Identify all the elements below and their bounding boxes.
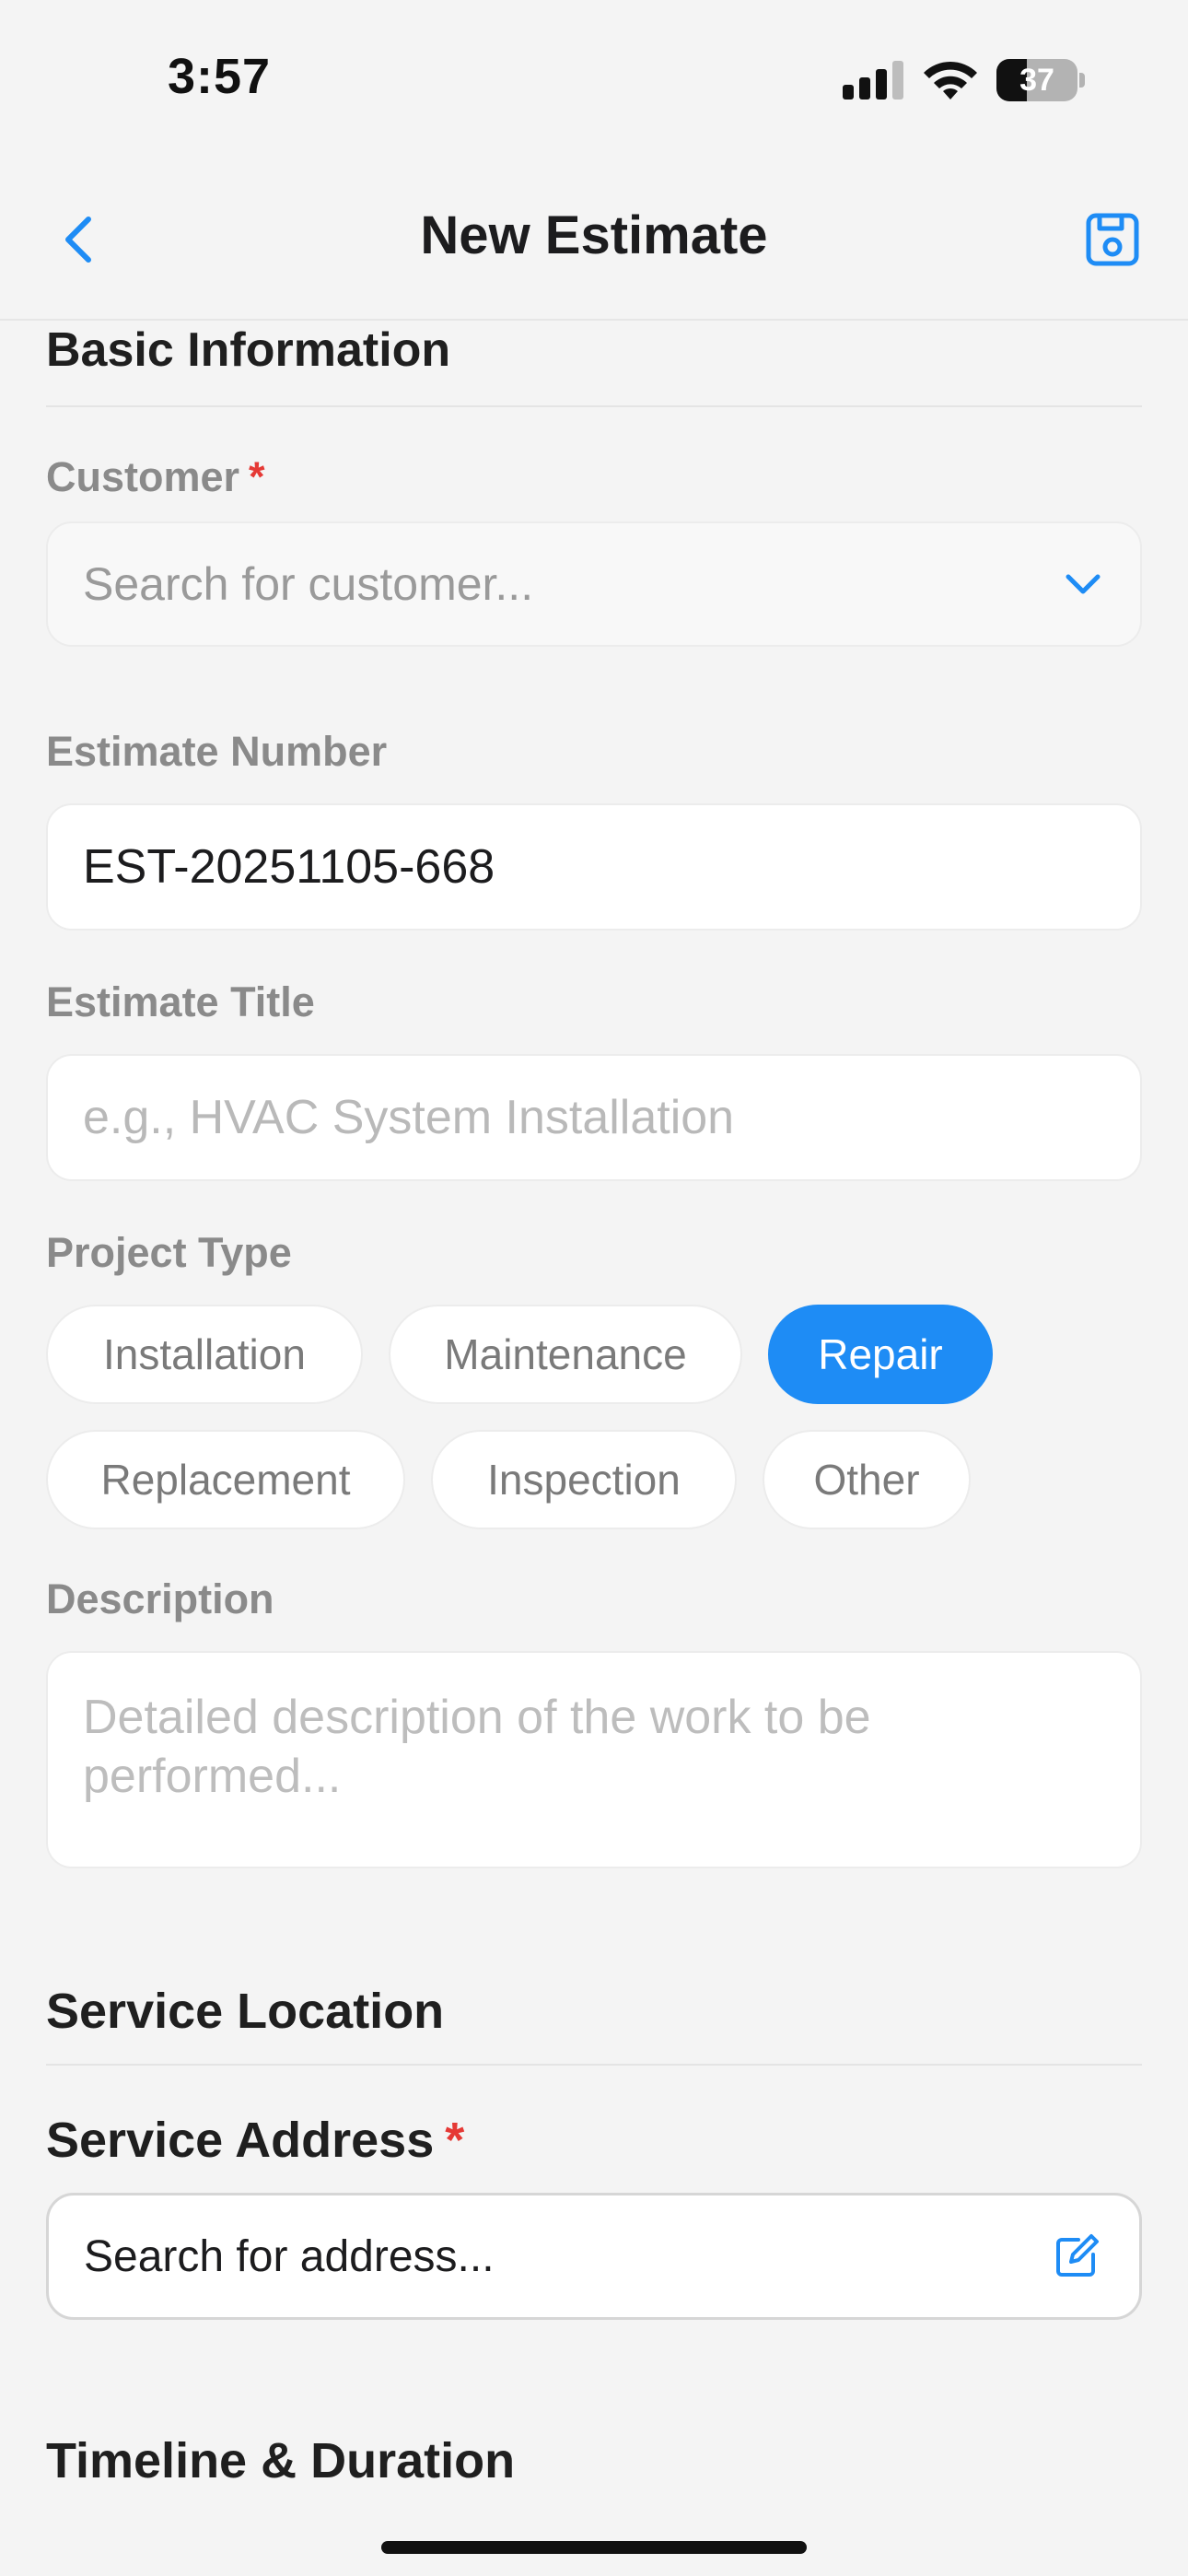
cellular-signal-icon: [843, 61, 903, 100]
divider: [46, 2064, 1142, 2066]
customer-select-placeholder: Search for customer...: [83, 558, 534, 610]
required-mark: *: [445, 2113, 465, 2168]
section-title-timeline: Timeline & Duration: [46, 2433, 516, 2488]
estimate-number-label: Estimate Number: [46, 728, 388, 775]
home-indicator[interactable]: [381, 2541, 807, 2554]
customer-label: Customer *: [46, 453, 265, 501]
estimate-number-field[interactable]: EST-20251105-668: [46, 803, 1142, 931]
project-type-label: Project Type: [46, 1229, 292, 1276]
customer-label-text: Customer: [46, 453, 240, 500]
customer-select[interactable]: Search for customer...: [46, 521, 1142, 647]
section-title-basic-information: Basic Information: [46, 323, 451, 377]
service-address-label: Service Address *: [46, 2112, 464, 2169]
edit-icon[interactable]: [1051, 2231, 1102, 2282]
project-type-chip-maintenance[interactable]: Maintenance: [389, 1305, 742, 1404]
required-mark: *: [249, 453, 265, 500]
project-type-chip-inspection[interactable]: Inspection: [431, 1430, 737, 1529]
status-time: 3:57: [168, 49, 272, 104]
status-bar: 3:57 37: [0, 0, 1188, 157]
description-textarea[interactable]: Detailed description of the work to be p…: [46, 1651, 1142, 1868]
battery-icon: 37: [996, 59, 1085, 101]
section-title-service-location: Service Location: [46, 1984, 445, 2039]
divider: [46, 405, 1142, 407]
service-address-placeholder: Search for address...: [84, 2231, 495, 2281]
service-address-label-text: Service Address: [46, 2113, 435, 2168]
wifi-icon: [924, 61, 977, 100]
page-title: New Estimate: [420, 205, 768, 265]
project-type-chip-replacement[interactable]: Replacement: [46, 1430, 405, 1529]
navigation-bar: New Estimate: [0, 157, 1188, 321]
project-type-chip-repair[interactable]: Repair: [768, 1305, 993, 1404]
project-type-chip-other[interactable]: Other: [763, 1430, 971, 1529]
battery-percent: 37: [1019, 63, 1054, 98]
project-type-chip-installation[interactable]: Installation: [46, 1305, 363, 1404]
description-label: Description: [46, 1575, 274, 1622]
service-address-field[interactable]: Search for address...: [46, 2193, 1142, 2320]
estimate-title-label: Estimate Title: [46, 978, 315, 1025]
estimate-title-field[interactable]: e.g., HVAC System Installation: [46, 1054, 1142, 1181]
chevron-down-icon: [1066, 574, 1101, 594]
save-icon[interactable]: [1083, 210, 1142, 269]
